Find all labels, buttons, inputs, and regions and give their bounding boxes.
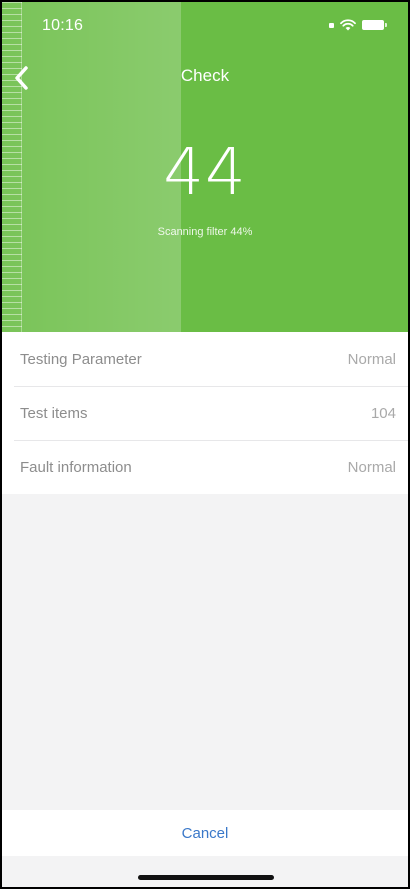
row-value: Normal xyxy=(347,350,396,368)
progress-value: 44 xyxy=(163,136,247,210)
wifi-icon xyxy=(340,19,356,31)
cancel-label: Cancel xyxy=(181,824,229,842)
cancel-button[interactable]: Cancel xyxy=(2,810,408,856)
status-icons xyxy=(329,19,387,31)
page-title: Check xyxy=(180,66,230,85)
row-label: Fault information xyxy=(20,458,132,476)
row-label: Testing Parameter xyxy=(20,350,142,368)
row-value: 104 xyxy=(370,404,396,422)
list-item: Fault information Normal xyxy=(2,440,408,494)
list-item: Test items 104 xyxy=(2,386,408,440)
result-list: Testing Parameter Normal Test items 104 … xyxy=(2,332,408,494)
home-indicator[interactable] xyxy=(138,875,274,880)
status-time: 10:16 xyxy=(42,17,84,34)
phone-screen: 10:16 Check 44 Scanning filter 44% Testi… xyxy=(2,2,408,887)
signal-icon xyxy=(329,22,334,28)
battery-icon xyxy=(362,20,387,30)
list-item: Testing Parameter Normal xyxy=(2,332,408,386)
row-value: Normal xyxy=(347,458,396,476)
row-label: Test items xyxy=(20,404,88,422)
scan-header: 10:16 Check 44 Scanning filter 44% xyxy=(2,2,408,332)
scan-status-text: Scanning filter 44% xyxy=(157,226,253,238)
